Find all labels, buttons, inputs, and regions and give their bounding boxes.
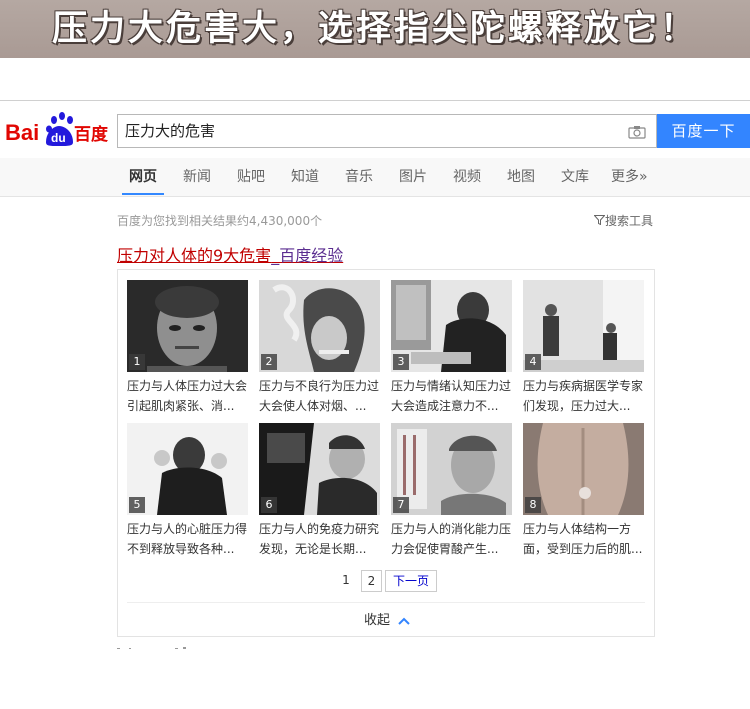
step-2-caption[interactable]: 压力与不良行为压力过大会使人体对烟、...	[259, 376, 382, 416]
next-page-link[interactable]: 下一页	[385, 570, 437, 592]
collapse-label: 收起	[364, 613, 391, 628]
step-4-caption[interactable]: 压力与疾病据医学专家们发现，压力过大...	[523, 376, 646, 416]
result-count: 百度为您找到相关结果约4,430,000个	[117, 214, 323, 228]
tab-images[interactable]: 图片	[399, 158, 427, 196]
page-2-link[interactable]: 2	[361, 570, 382, 592]
step-number-badge: 5	[129, 497, 145, 513]
step-number-badge: 4	[525, 354, 541, 370]
search-button[interactable]: 百度一下	[657, 114, 750, 148]
step-6-caption[interactable]: 压力与人的免疫力研究发现，无论是长期...	[259, 519, 382, 559]
man-portrait-image	[391, 423, 512, 515]
camera-icon[interactable]	[628, 124, 646, 139]
step-number-badge: 6	[261, 497, 277, 513]
screaming-woman-image	[127, 423, 248, 515]
result-title-main: 压力对人体的9大危害	[117, 246, 272, 265]
svg-text:百度: 百度	[74, 124, 109, 145]
step-number-badge: 7	[393, 497, 409, 513]
tab-news[interactable]: 新闻	[183, 158, 211, 196]
search-tabs: 网页 新闻 贴吧 知道 音乐 图片 视频 地图 文库 更多»	[0, 158, 750, 197]
baidu-logo[interactable]: Bai du 百度	[5, 108, 110, 150]
result-title-link[interactable]: 压力对人体的9大危害_百度经验	[117, 242, 343, 266]
tab-tieba[interactable]: 贴吧	[237, 158, 265, 196]
step-4-thumbnail[interactable]: 4	[523, 280, 644, 372]
step-7-caption[interactable]: 压力与人的消化能力压力会促使胃酸产生...	[391, 519, 514, 559]
tab-music[interactable]: 音乐	[345, 158, 373, 196]
step-1-thumbnail[interactable]: 1	[127, 280, 248, 372]
tab-wenku[interactable]: 文库	[561, 158, 589, 196]
step-3-thumbnail[interactable]: 3	[391, 280, 512, 372]
card-divider	[127, 602, 645, 603]
step-1-caption[interactable]: 压力与人体压力过大会引起肌肉紧张、消...	[127, 376, 250, 416]
step-5-caption[interactable]: 压力与人的心脏压力得不到释放导致各种...	[127, 519, 250, 559]
svg-text:Bai: Bai	[5, 120, 39, 145]
tab-video[interactable]: 视频	[453, 158, 481, 196]
svg-text:du: du	[51, 131, 66, 145]
smoking-woman-image	[259, 280, 380, 372]
man-with-laptop-image	[259, 423, 380, 515]
man-at-desk-image	[391, 280, 512, 372]
chevron-up-icon	[398, 617, 410, 625]
back-spine-image	[523, 423, 644, 515]
step-8-caption[interactable]: 压力与人体结构一方面，受到压力后的肌...	[523, 519, 646, 559]
step-3-caption[interactable]: 压力与情绪认知压力过大会造成注意力不...	[391, 376, 514, 416]
step-7-thumbnail[interactable]: 7	[391, 423, 512, 515]
tab-zhidao[interactable]: 知道	[291, 158, 319, 196]
step-6-thumbnail[interactable]: 6	[259, 423, 380, 515]
search-query-text: 压力大的危害	[125, 122, 216, 140]
step-number-badge: 2	[261, 354, 277, 370]
header-divider	[0, 100, 750, 101]
result-title-source: _百度经验	[271, 246, 344, 265]
step-2-thumbnail[interactable]: 2	[259, 280, 380, 372]
office-people-image	[523, 280, 644, 372]
filter-icon	[593, 215, 606, 226]
cut-off-text-fragment	[117, 647, 186, 649]
step-number-badge: 3	[393, 354, 409, 370]
tab-map[interactable]: 地图	[507, 158, 535, 196]
stressed-man-image	[127, 280, 248, 372]
step-number-badge: 1	[129, 354, 145, 370]
tab-more[interactable]: 更多»	[611, 158, 648, 196]
step-8-thumbnail[interactable]: 8	[523, 423, 644, 515]
search-tools-label: 搜索工具	[605, 214, 654, 228]
step-5-thumbnail[interactable]: 5	[127, 423, 248, 515]
tab-web[interactable]: 网页	[129, 158, 157, 196]
ad-banner[interactable]: 压力大危害大，选择指尖陀螺释放它！	[0, 0, 750, 58]
banner-text: 压力大危害大，选择指尖陀螺释放它！	[51, 9, 698, 49]
search-input[interactable]: 压力大的危害	[117, 114, 657, 148]
active-tab-indicator	[122, 193, 164, 195]
collapse-button[interactable]: 收起	[364, 609, 410, 628]
step-number-badge: 8	[525, 497, 541, 513]
search-tools-button[interactable]: 搜索工具	[593, 212, 654, 229]
page-1-current: 1	[342, 573, 350, 587]
